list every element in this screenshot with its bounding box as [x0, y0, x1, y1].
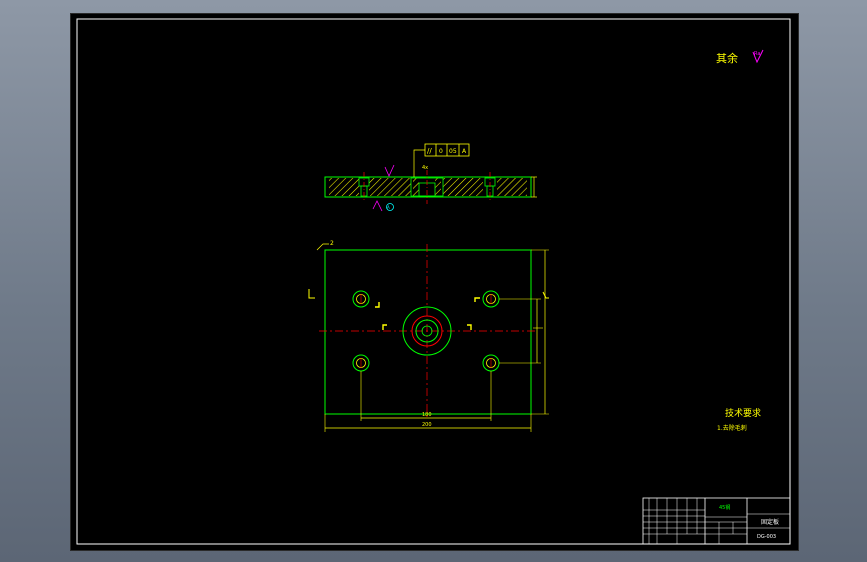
dim-inner-width: 180 — [422, 412, 432, 418]
hatch-right — [497, 178, 527, 196]
cut-mark-right — [467, 324, 472, 330]
tolerance-symbol: // — [427, 147, 432, 155]
roughness-note: 其余 Ra — [716, 49, 764, 65]
roughness-note-text: 其余 — [716, 51, 738, 65]
title-block-drawing-no: DG-003 — [757, 534, 776, 540]
roughness-bottom-icon — [372, 200, 383, 212]
title-block-part-name: 固定板 — [761, 518, 779, 526]
tag-leader — [316, 243, 329, 251]
tolerance-diameter: 0 — [439, 148, 443, 155]
plan-view: 2 180 200 — [308, 240, 549, 432]
section-arrow-right — [542, 291, 549, 299]
section-view: // 0 05 A 4x A — [324, 143, 537, 212]
title-block: 45钢 固定板 DG-003 — [642, 497, 791, 545]
cad-drawing: 其余 Ra // 0 05 A 4x A 2 180 200 技术要求 1.去除… — [76, 18, 791, 545]
plan-tag: 2 — [330, 240, 334, 247]
tolerance-leader — [413, 149, 425, 177]
dim-outer-width: 200 — [422, 422, 432, 428]
leader-label: 4x — [422, 165, 428, 171]
roughness-value: Ra — [754, 51, 760, 57]
tech-req-title: 技术要求 — [725, 407, 761, 419]
tolerance-value: 05 — [449, 148, 457, 155]
cut-mark-top-left — [375, 302, 380, 308]
hatch-left — [329, 178, 359, 196]
hatch-left-mid — [369, 178, 411, 196]
title-block-material: 45钢 — [719, 504, 730, 511]
tech-req-item-1: 1.去除毛刺 — [717, 424, 747, 432]
section-arrow-left — [308, 289, 315, 299]
cad-viewport[interactable]: 其余 Ra // 0 05 A 4x A 2 180 200 技术要求 1.去除… — [70, 13, 799, 551]
cut-mark-left — [382, 324, 387, 330]
datum-label: A — [387, 205, 390, 210]
tolerance-frame: // 0 05 A — [413, 143, 470, 177]
cut-mark-top-right — [474, 297, 480, 302]
technical-requirements: 技术要求 1.去除毛刺 — [717, 407, 761, 432]
roughness-top-icon — [384, 164, 395, 177]
hatch-right-mid — [443, 178, 483, 196]
drawing-border — [76, 18, 791, 545]
hatch-center-left — [413, 178, 419, 196]
plate-outline — [324, 249, 532, 415]
tolerance-datum: A — [462, 148, 467, 155]
hatch-center-right — [435, 178, 441, 196]
